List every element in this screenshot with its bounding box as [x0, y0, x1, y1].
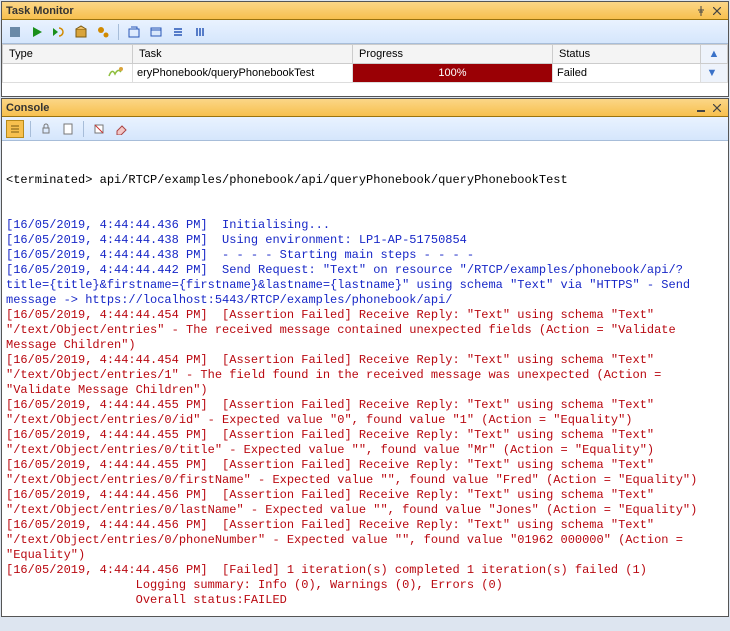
window-icon[interactable] [147, 23, 165, 41]
package-icon[interactable] [72, 23, 90, 41]
console-title: Console [6, 102, 692, 114]
scroll-up[interactable]: ▲ [701, 45, 728, 64]
task-status-cell: Failed [553, 64, 701, 83]
console-line: [16/05/2019, 4:44:44.454 PM] [Assertion … [6, 353, 724, 398]
task-name-cell: eryPhonebook/queryPhonebookTest [133, 64, 353, 83]
task-progress-cell: 100% [353, 64, 553, 83]
run-icon[interactable] [28, 23, 46, 41]
options-icon[interactable] [191, 23, 209, 41]
separator [30, 121, 31, 137]
console-line: [16/05/2019, 4:44:44.456 PM] [Assertion … [6, 518, 724, 563]
pin-icon[interactable] [694, 4, 708, 18]
scroll-down[interactable]: ▼ [701, 64, 728, 83]
task-type-icon [3, 64, 133, 83]
task-monitor-toolbar [2, 20, 728, 44]
console-titlebar: Console [2, 99, 728, 117]
gears-icon[interactable] [94, 23, 112, 41]
task-row[interactable]: eryPhonebook/queryPhonebookTest 100% Fai… [3, 64, 728, 83]
console-line: [16/05/2019, 4:44:44.438 PM] Using envir… [6, 233, 724, 248]
list-icon[interactable] [169, 23, 187, 41]
console-line: Overall status:FAILED [6, 593, 724, 608]
close-icon[interactable] [710, 101, 724, 115]
task-table: Type Task Progress Status ▲ eryPhonebook… [2, 44, 728, 83]
console-line: [16/05/2019, 4:44:44.456 PM] [Assertion … [6, 488, 724, 518]
separator [83, 121, 84, 137]
console-body[interactable]: <terminated> api/RTCP/examples/phonebook… [2, 141, 728, 616]
separator [118, 24, 119, 40]
task-monitor-title: Task Monitor [6, 5, 692, 17]
console-line: Logging summary: Info (0), Warnings (0),… [6, 578, 724, 593]
console-line: [16/05/2019, 4:44:44.438 PM] - - - - Sta… [6, 248, 724, 263]
stop-icon[interactable] [6, 23, 24, 41]
col-type[interactable]: Type [3, 45, 133, 64]
lock-icon[interactable] [37, 120, 55, 138]
minimize-icon[interactable] [694, 101, 708, 115]
col-status[interactable]: Status [553, 45, 701, 64]
close-icon[interactable] [710, 4, 724, 18]
task-monitor-titlebar: Task Monitor [2, 2, 728, 20]
page-icon[interactable] [59, 120, 77, 138]
console-line: [16/05/2019, 4:44:44.442 PM] Send Reques… [6, 263, 724, 308]
col-progress[interactable]: Progress [353, 45, 553, 64]
console-line: [16/05/2019, 4:44:44.436 PM] Initialisin… [6, 218, 724, 233]
console-toolbar [2, 117, 728, 141]
clear-icon[interactable] [125, 23, 143, 41]
progress-bar: 100% [353, 64, 552, 82]
output-tab-icon[interactable] [6, 120, 24, 138]
eraser-icon[interactable] [112, 120, 130, 138]
console-line: [16/05/2019, 4:44:44.454 PM] [Assertion … [6, 308, 724, 353]
console-panel: Console <terminated> api/RTCP/examples/p… [1, 98, 729, 617]
console-line: [16/05/2019, 4:44:44.455 PM] [Assertion … [6, 398, 724, 428]
col-task[interactable]: Task [133, 45, 353, 64]
console-header: <terminated> api/RTCP/examples/phonebook… [6, 173, 724, 188]
console-line: [16/05/2019, 4:44:44.456 PM] [Failed] 1 … [6, 563, 724, 578]
task-monitor-panel: Task Monitor Type Task Progress Status ▲… [1, 1, 729, 97]
console-line: [16/05/2019, 4:44:44.455 PM] [Assertion … [6, 428, 724, 458]
clear-console-icon[interactable] [90, 120, 108, 138]
console-line: [16/05/2019, 4:44:44.455 PM] [Assertion … [6, 458, 724, 488]
run-repeat-icon[interactable] [50, 23, 68, 41]
